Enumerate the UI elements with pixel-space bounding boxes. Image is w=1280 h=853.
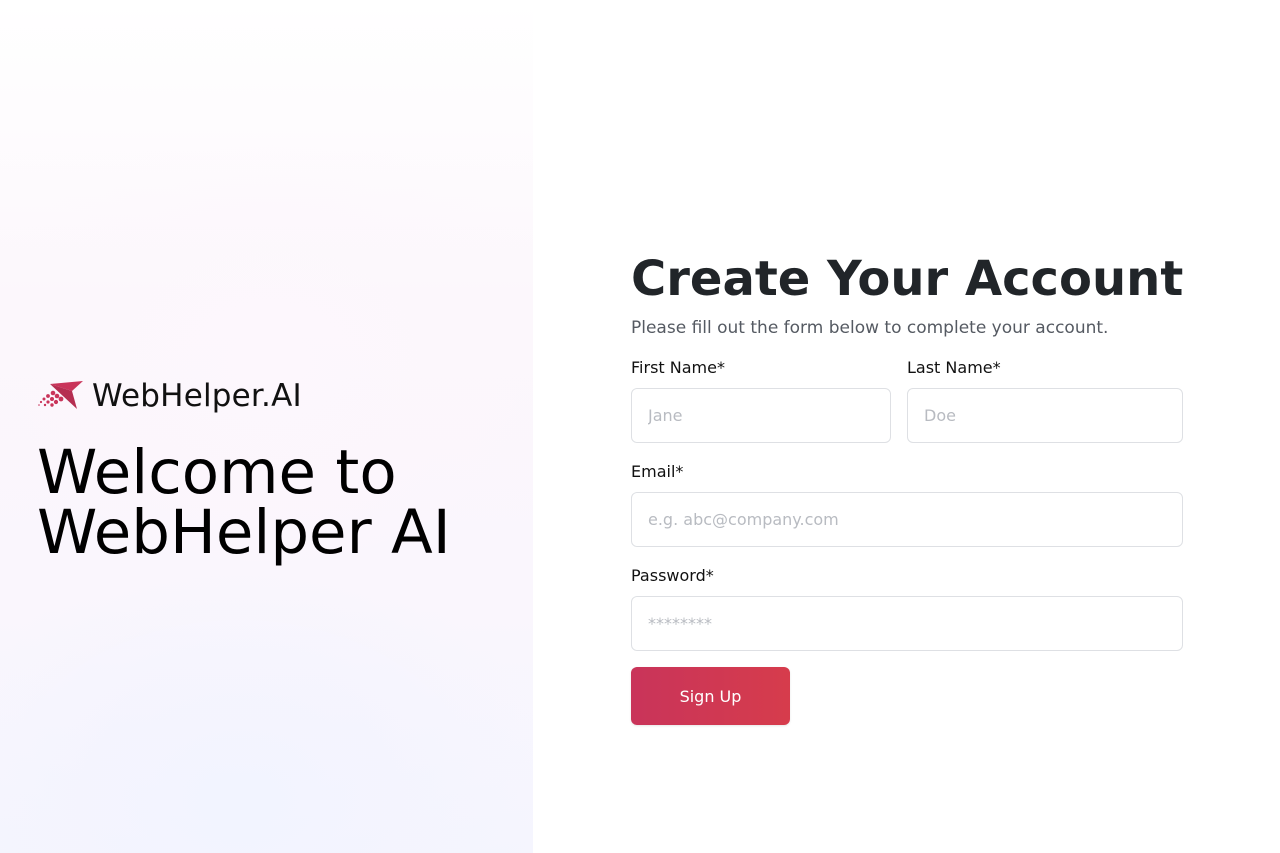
welcome-heading: Welcome to WebHelper AI (37, 437, 451, 568)
email-input[interactable] (631, 492, 1183, 547)
email-label: Email* (631, 462, 684, 481)
hero-panel: WebHelper.AI Welcome to WebHelper AI (0, 0, 533, 853)
rocket-dots-icon (38, 381, 83, 409)
email-group: Email* (631, 461, 1183, 547)
sign-up-button[interactable]: Sign Up (631, 667, 790, 725)
brand: WebHelper.AI (37, 378, 302, 414)
password-input[interactable] (631, 596, 1183, 651)
last-name-group: Last Name* (907, 357, 1183, 443)
signup-form: Create Your Account Please fill out the … (631, 250, 1183, 725)
first-name-input[interactable] (631, 388, 891, 443)
signup-page: WebHelper.AI Welcome to WebHelper AI Cre… (0, 0, 1280, 853)
brand-name: WebHelper.AI (92, 378, 302, 414)
first-name-group: First Name* (631, 357, 891, 443)
last-name-label: Last Name* (907, 358, 1001, 377)
password-label: Password* (631, 566, 714, 585)
first-name-label: First Name* (631, 358, 725, 377)
password-group: Password* (631, 565, 1183, 651)
form-title: Create Your Account (631, 251, 1184, 307)
form-subtitle: Please fill out the form below to comple… (631, 318, 1109, 338)
last-name-input[interactable] (907, 388, 1183, 443)
name-row: First Name* Last Name* (631, 357, 1183, 443)
